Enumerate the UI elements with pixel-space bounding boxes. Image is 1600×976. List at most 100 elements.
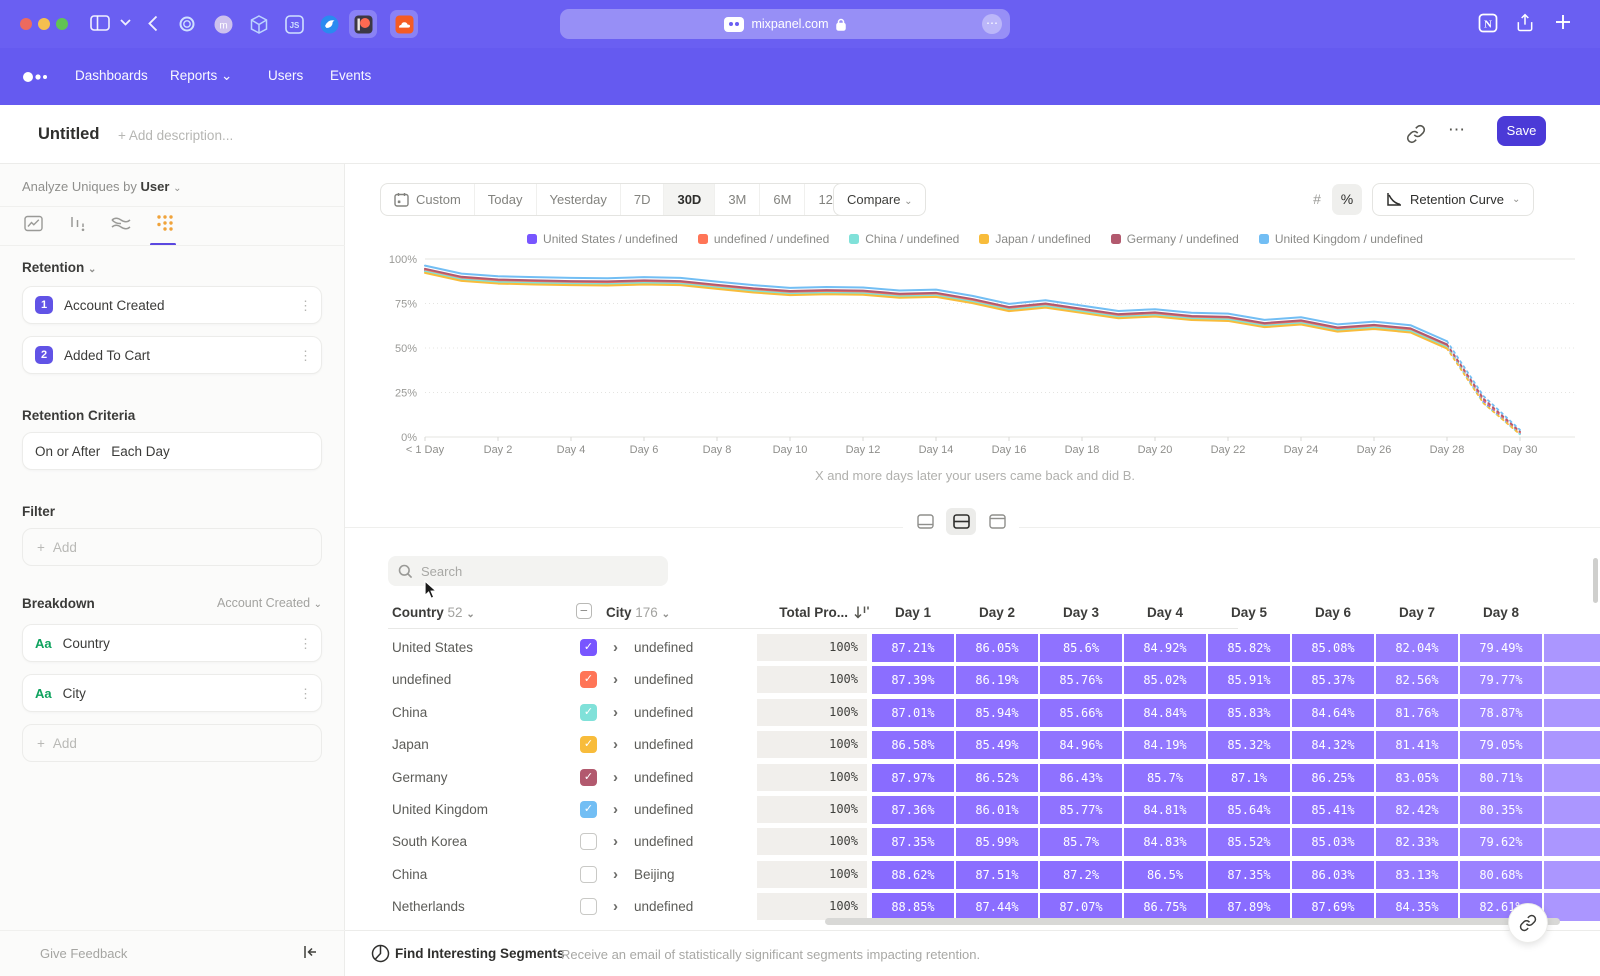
- expand-row-icon[interactable]: ›: [613, 866, 618, 883]
- retention-value-cell[interactable]: 82.56%: [1376, 666, 1458, 694]
- retention-value-cell[interactable]: 78.87%: [1460, 699, 1542, 727]
- retention-value-cell[interactable]: 87.97%: [872, 764, 954, 792]
- retention-value-cell[interactable]: 84.83%: [1124, 828, 1206, 856]
- expand-row-icon[interactable]: ›: [613, 671, 618, 688]
- retention-value-cell[interactable]: 84.35%: [1376, 893, 1458, 921]
- compare-button[interactable]: Compare ⌄: [833, 183, 926, 216]
- country-cell[interactable]: Japan: [392, 737, 429, 752]
- retention-value-cell[interactable]: 86.05%: [956, 634, 1038, 662]
- retention-value-cell[interactable]: 87.69%: [1292, 893, 1374, 921]
- split-view-icon[interactable]: [946, 508, 976, 535]
- retention-line-chart[interactable]: 100%75%50%25%0%< 1 DayDay 2Day 4Day 6Day…: [380, 250, 1585, 460]
- city-cell[interactable]: undefined: [634, 705, 693, 720]
- close-window-button[interactable]: [20, 18, 32, 30]
- retention-value-cell[interactable]: 85.64%: [1208, 796, 1290, 824]
- retention-value-cell[interactable]: 84.92%: [1124, 634, 1206, 662]
- criteria-each-day[interactable]: Each Day: [111, 444, 309, 459]
- row-checkbox[interactable]: ✓: [580, 704, 597, 721]
- retention-step-1[interactable]: 1Account Created⋮: [22, 286, 322, 324]
- city-column-header[interactable]: City 176 ⌄: [606, 605, 670, 620]
- row-checkbox[interactable]: ✓: [580, 671, 597, 688]
- retention-value-cell[interactable]: 87.44%: [956, 893, 1038, 921]
- retention-value-cell[interactable]: 79.77%: [1460, 666, 1542, 694]
- expand-row-icon[interactable]: ›: [613, 704, 618, 721]
- tab-insights[interactable]: [22, 212, 44, 234]
- retention-value-cell[interactable]: 84.64%: [1292, 699, 1374, 727]
- more-options-icon[interactable]: ⋯: [1448, 120, 1466, 140]
- expand-row-icon[interactable]: ›: [613, 898, 618, 915]
- table-only-view-icon[interactable]: [982, 508, 1012, 535]
- range-6m[interactable]: 6M: [760, 184, 805, 215]
- retention-value-cell[interactable]: 85.91%: [1208, 666, 1290, 694]
- soundcloud-icon[interactable]: [390, 10, 418, 38]
- ring-icon[interactable]: [173, 10, 201, 38]
- tab-funnels[interactable]: [66, 212, 88, 234]
- percent-numbers-toggle[interactable]: %: [1332, 184, 1362, 215]
- city-cell[interactable]: undefined: [634, 802, 693, 817]
- retention-value-cell[interactable]: 86.01%: [956, 796, 1038, 824]
- row-checkbox[interactable]: ✓: [580, 769, 597, 786]
- step-event-name[interactable]: Added To Cart: [64, 348, 288, 363]
- city-cell[interactable]: undefined: [634, 737, 693, 752]
- breakdown-options-icon[interactable]: ⋮: [299, 688, 309, 699]
- retention-value-cell[interactable]: 80.68%: [1460, 861, 1542, 889]
- retention-value-cell[interactable]: 85.7%: [1124, 764, 1206, 792]
- legend-item[interactable]: China / undefined: [849, 232, 959, 246]
- retention-value-cell[interactable]: 86.03%: [1292, 861, 1374, 889]
- retention-value-cell[interactable]: 86.58%: [872, 731, 954, 759]
- save-button[interactable]: Save: [1497, 116, 1546, 146]
- retention-value-cell[interactable]: 87.07%: [1040, 893, 1122, 921]
- legend-item[interactable]: Japan / undefined: [979, 232, 1090, 246]
- new-tab-icon[interactable]: [1554, 13, 1572, 31]
- day-column-header[interactable]: Day 2: [956, 605, 1038, 620]
- nav-item-reports[interactable]: Reports ⌄: [170, 68, 232, 84]
- retention-value-cell[interactable]: 84.19%: [1124, 731, 1206, 759]
- add-description[interactable]: + Add description...: [118, 128, 233, 143]
- retention-value-cell[interactable]: 86.5%: [1124, 861, 1206, 889]
- city-cell[interactable]: undefined: [634, 834, 693, 849]
- retention-value-cell[interactable]: 85.32%: [1208, 731, 1290, 759]
- horizontal-scrollbar[interactable]: [825, 918, 1560, 925]
- collapse-sidebar-icon[interactable]: [302, 944, 318, 960]
- share-link-button[interactable]: [1508, 903, 1548, 943]
- browser-sidebar-icon[interactable]: [90, 14, 110, 32]
- tab-retention[interactable]: [154, 212, 176, 234]
- retention-value-cell[interactable]: 87.35%: [872, 828, 954, 856]
- nav-item-dashboards[interactable]: Dashboards: [75, 68, 148, 83]
- expand-row-icon[interactable]: ›: [613, 736, 618, 753]
- retention-value-cell[interactable]: 85.99%: [956, 828, 1038, 856]
- expand-row-icon[interactable]: ›: [613, 833, 618, 850]
- retention-value-cell[interactable]: 79.49%: [1460, 634, 1542, 662]
- retention-value-cell[interactable]: 82.42%: [1376, 796, 1458, 824]
- retention-value-cell[interactable]: 83.05%: [1376, 764, 1458, 792]
- retention-value-cell[interactable]: 87.89%: [1208, 893, 1290, 921]
- patreon-icon[interactable]: [349, 10, 377, 38]
- range-7d[interactable]: 7D: [621, 184, 665, 215]
- country-cell[interactable]: United States: [392, 640, 473, 655]
- segments-title[interactable]: Find Interesting Segments: [395, 946, 565, 961]
- city-cell[interactable]: undefined: [634, 899, 693, 914]
- expand-row-icon[interactable]: ›: [613, 769, 618, 786]
- city-cell[interactable]: Beijing: [634, 867, 675, 882]
- absolute-numbers-toggle[interactable]: #: [1302, 184, 1332, 215]
- country-cell[interactable]: China: [392, 705, 427, 720]
- retention-value-cell[interactable]: 85.7%: [1040, 828, 1122, 856]
- row-checkbox[interactable]: [580, 898, 597, 915]
- chart-only-view-icon[interactable]: [910, 508, 940, 535]
- retention-value-cell[interactable]: 85.37%: [1292, 666, 1374, 694]
- retention-value-cell[interactable]: 85.08%: [1292, 634, 1374, 662]
- retention-value-cell[interactable]: 85.52%: [1208, 828, 1290, 856]
- city-cell[interactable]: undefined: [634, 770, 693, 785]
- legend-item[interactable]: undefined / undefined: [698, 232, 829, 246]
- add-filter-button[interactable]: + Add: [22, 528, 322, 566]
- back-icon[interactable]: [148, 15, 158, 32]
- report-title[interactable]: Untitled: [38, 125, 99, 144]
- retention-value-cell[interactable]: 79.62%: [1460, 828, 1542, 856]
- expand-row-icon[interactable]: ›: [613, 801, 618, 818]
- row-checkbox[interactable]: ✓: [580, 639, 597, 656]
- range-today[interactable]: Today: [475, 184, 537, 215]
- share-icon[interactable]: [1515, 12, 1535, 34]
- row-checkbox[interactable]: ✓: [580, 801, 597, 818]
- retention-value-cell[interactable]: 85.41%: [1292, 796, 1374, 824]
- retention-value-cell[interactable]: 85.02%: [1124, 666, 1206, 694]
